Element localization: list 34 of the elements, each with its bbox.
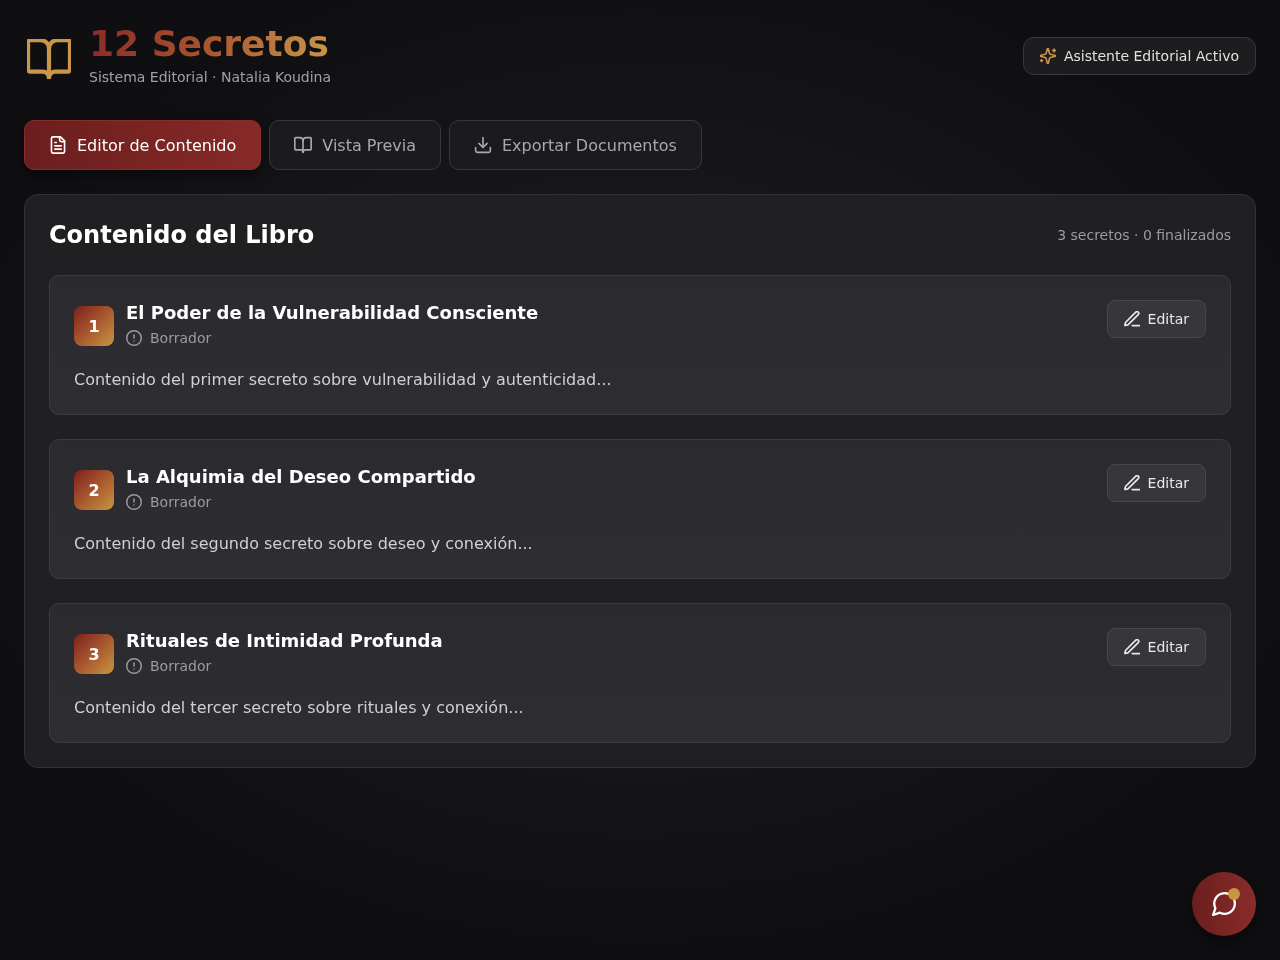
download-icon — [474, 136, 492, 154]
secret-excerpt: Contenido del segundo secreto sobre deseo y conexión... — [74, 533, 534, 555]
book-icon — [27, 39, 71, 79]
secret-title: Rituales de Intimidad Profunda — [126, 629, 444, 653]
panel-title: Contenido del Libro — [49, 221, 315, 249]
tab[interactable]: Editor de Contenido — [24, 120, 262, 170]
secret-title: La Alquimia del Deseo Compartido — [126, 465, 477, 489]
document-icon — [49, 136, 67, 154]
status-text: Borrador — [150, 658, 212, 674]
tab[interactable]: Exportar Documentos — [449, 120, 702, 170]
app-subtitle: Sistema Editorial · Natalia Koudina — [89, 68, 332, 86]
summary-text: 3 secretos · 0 finalizados — [1057, 227, 1231, 243]
edit-button[interactable]: Editar — [1106, 628, 1206, 666]
edit-button[interactable]: Editar — [1106, 464, 1206, 502]
alert-circle-icon — [126, 494, 142, 510]
number-badge: 2 — [74, 470, 114, 510]
pencil-icon — [1123, 639, 1140, 655]
assistant-status-button[interactable]: Asistente Editorial Activo — [1022, 37, 1256, 75]
secret-excerpt: Contenido del primer secreto sobre vulnerabilidad y autenticidad... — [74, 369, 613, 391]
number-badge: 3 — [74, 634, 114, 674]
number-badge: 1 — [74, 306, 114, 346]
secret-title: El Poder de la Vulnerabilidad Consciente — [126, 301, 540, 325]
status-text: Borrador — [150, 330, 212, 346]
edit-button[interactable]: Editar — [1106, 300, 1206, 338]
tab[interactable]: Vista Previa — [269, 120, 441, 170]
chat-bubble-icon — [1212, 892, 1236, 916]
alert-circle-icon — [126, 658, 142, 674]
secret-excerpt: Contenido del tercer secreto sobre rituales y conexión... — [74, 697, 525, 719]
sparkles-icon — [1039, 48, 1056, 64]
alert-circle-icon — [126, 330, 142, 346]
status-text: Borrador — [150, 494, 212, 510]
pencil-icon — [1123, 475, 1140, 491]
book-icon — [294, 136, 313, 154]
pencil-icon — [1123, 311, 1140, 327]
